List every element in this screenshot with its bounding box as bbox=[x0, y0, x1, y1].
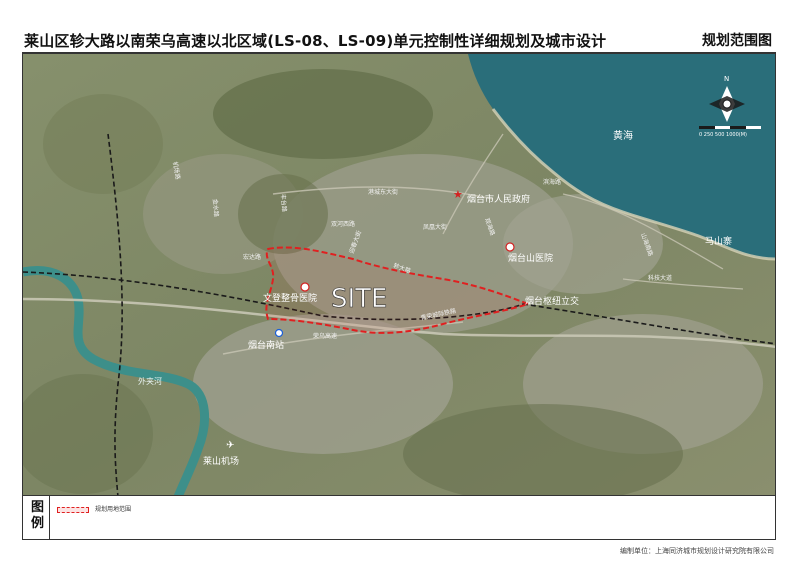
hospital-wd-label: 文登整骨医院 bbox=[263, 292, 317, 304]
sea-label: 黄海 bbox=[613, 129, 633, 142]
road-label-shuanghe: 双河西路 bbox=[331, 220, 355, 228]
legend-item-label: 规划用地范围 bbox=[95, 506, 132, 513]
map-title: 莱山区轸大路以南荣乌高速以北区域(LS-08、LS-09)单元控制性详细规划及城… bbox=[24, 32, 607, 50]
scale-label: 0 250 500 1000(M) bbox=[699, 132, 747, 138]
road-label-keji: 科技大道 bbox=[648, 274, 672, 282]
hills-center bbox=[238, 174, 328, 254]
scale-bar-segment bbox=[730, 126, 746, 129]
airplane-icon: ✈ bbox=[226, 440, 234, 451]
legend-heading: 图例 bbox=[31, 500, 45, 531]
road-label-rongwu: 荣乌高速 bbox=[313, 332, 337, 340]
scale-bar-segment bbox=[699, 126, 715, 129]
road-label-binhai: 滨海路 bbox=[543, 178, 561, 186]
boundary-swatch-icon bbox=[57, 507, 89, 513]
road-label-gangcheng: 港城东大街 bbox=[368, 188, 398, 196]
hospital-yts-label: 烟台山医院 bbox=[508, 252, 553, 264]
road-label-fenghuang: 凤凰大街 bbox=[423, 223, 447, 231]
site-label: SITE bbox=[331, 284, 387, 314]
road-label-jinshui: 金水路 bbox=[211, 198, 221, 217]
legend: 图例 规划用地范围 bbox=[22, 496, 776, 540]
hills-north bbox=[213, 69, 433, 159]
hills-northwest bbox=[43, 94, 163, 194]
compass-center bbox=[722, 99, 732, 109]
gov-label: 烟台市人民政府 bbox=[467, 193, 530, 205]
credit-line: 编制单位：上海同济城市规划设计研究院有限公司 bbox=[620, 547, 774, 555]
satellite-map[interactable]: SITE 黄海 外夹河 ★ 烟台市人民政府 烟台山医院 文登整骨医院 烟台枢纽立… bbox=[23, 54, 776, 496]
north-label: N bbox=[724, 75, 729, 83]
road-label-fengtai: 丰台路 bbox=[279, 193, 289, 212]
hospital-icon bbox=[300, 282, 310, 292]
airport-label: 莱山机场 bbox=[203, 455, 239, 467]
mashan-label: 马山寨 bbox=[705, 235, 732, 247]
road-label-hongda: 宏达路 bbox=[243, 253, 261, 261]
junction-label: 烟台枢纽立交 bbox=[525, 295, 579, 307]
hospital-icon bbox=[505, 242, 515, 252]
map-subtitle: 规划范围图 bbox=[702, 33, 772, 49]
star-icon: ★ bbox=[453, 188, 463, 201]
river-label: 外夹河 bbox=[138, 376, 162, 386]
train-icon bbox=[274, 328, 284, 338]
map-frame[interactable]: SITE 黄海 外夹河 ★ 烟台市人民政府 烟台山医院 文登整骨医院 烟台枢纽立… bbox=[22, 53, 776, 496]
legend-divider bbox=[49, 496, 50, 539]
station-label: 烟台南站 bbox=[248, 339, 284, 351]
